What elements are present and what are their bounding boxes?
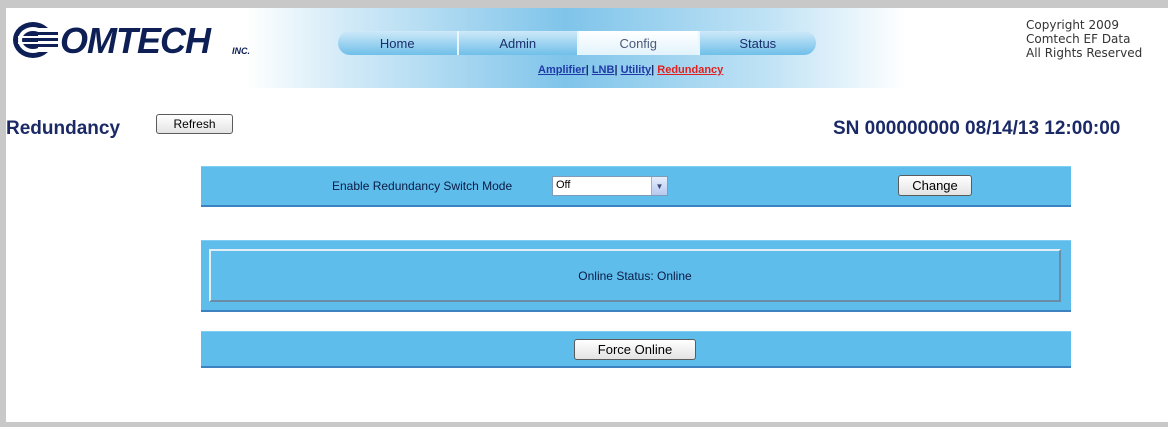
refresh-button[interactable]: Refresh (156, 114, 233, 134)
main-nav: Home Admin Config Status (338, 31, 817, 55)
header: OMTECH INC. Home Admin Config Status Amp… (6, 8, 1168, 88)
subnav-separator: | (614, 64, 618, 76)
switch-mode-select[interactable]: Off ▼ (552, 176, 668, 196)
switch-mode-label: Enable Redundancy Switch Mode (332, 179, 513, 193)
tab-config[interactable]: Config (579, 31, 700, 55)
tab-admin[interactable]: Admin (458, 31, 579, 55)
subnav-utility[interactable]: Utility (621, 64, 652, 76)
force-online-button[interactable]: Force Online (574, 339, 696, 360)
subnav-separator: | (585, 64, 589, 76)
window-frame-top (0, 0, 1168, 8)
serial-datetime: SN 000000000 08/14/13 12:00:00 (833, 118, 1121, 139)
page-title: Redundancy (6, 118, 121, 139)
subnav-redundancy[interactable]: Redundancy (657, 64, 723, 76)
copyright-notice: Copyright 2009 Comtech EF Data All Right… (1026, 18, 1142, 60)
switch-mode-panel: Enable Redundancy Switch Mode Off ▼ Chan… (201, 166, 1071, 207)
online-status-text: Online Status: Online (578, 268, 692, 283)
copyright-rights: All Rights Reserved (1026, 46, 1143, 60)
logo-suffix: INC. (232, 46, 250, 56)
subnav-separator: | (651, 64, 655, 76)
online-status-box: Online Status: Online (209, 249, 1061, 302)
copyright-company: Comtech EF Data (1026, 32, 1131, 46)
force-online-panel: Force Online (201, 331, 1071, 368)
page: OMTECH INC. Home Admin Config Status Amp… (6, 8, 1168, 422)
change-button[interactable]: Change (898, 175, 972, 196)
comtech-logo[interactable]: OMTECH INC. (12, 18, 252, 62)
switch-mode-value: Off (556, 179, 571, 191)
globe-icon (13, 22, 58, 58)
online-status-panel: Online Status: Online (201, 240, 1071, 312)
logo-wordmark: OMTECH (60, 20, 211, 61)
window-frame-bottom (0, 422, 1168, 427)
subnav-lnb[interactable]: LNB (592, 64, 615, 76)
tab-home[interactable]: Home (338, 31, 459, 55)
subnav-amplifier[interactable]: Amplifier (538, 64, 586, 76)
tab-status[interactable]: Status (699, 31, 817, 55)
copyright-line: Copyright 2009 (1026, 18, 1119, 32)
chevron-down-icon[interactable]: ▼ (651, 177, 667, 195)
config-subnav: Amplifier| LNB| Utility| Redundancy (538, 64, 723, 76)
